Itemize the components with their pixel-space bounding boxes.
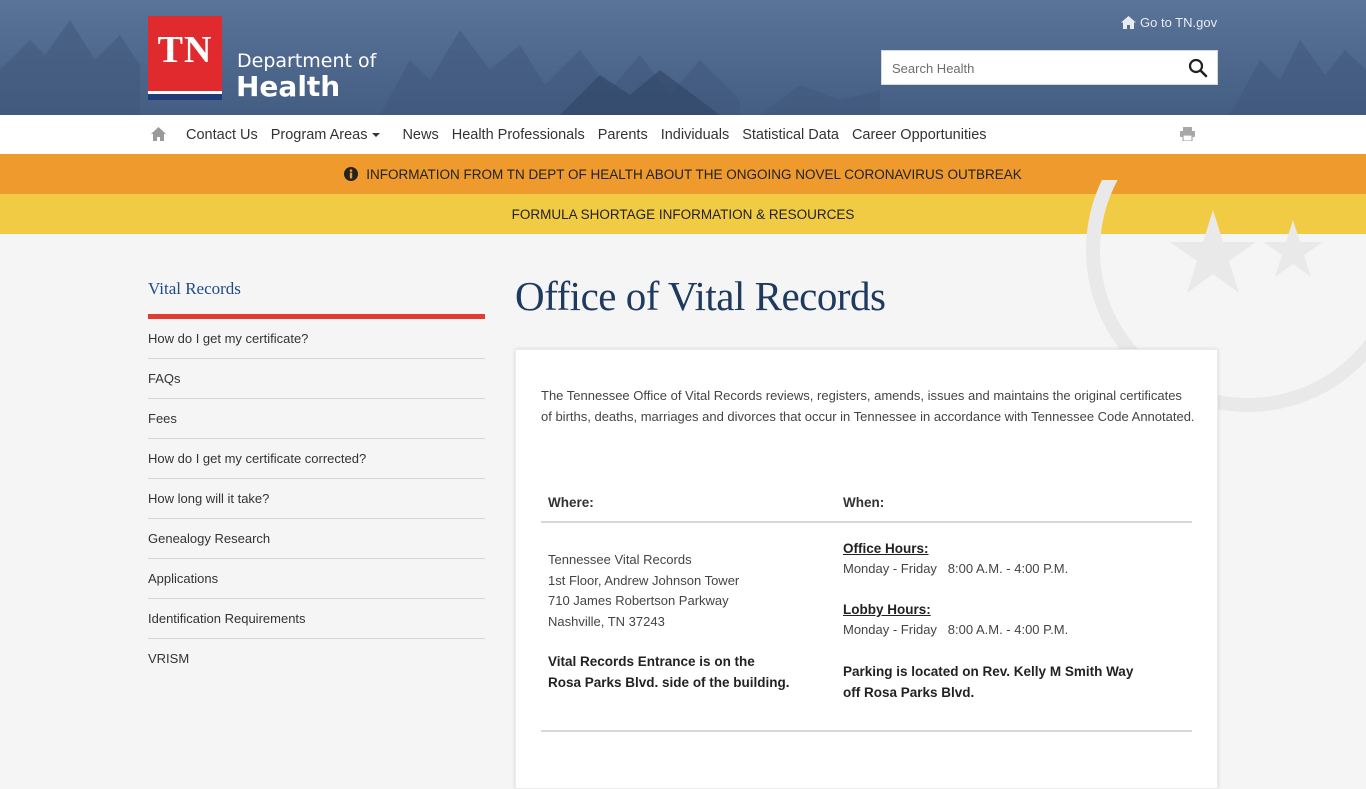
home-icon[interactable]	[151, 127, 166, 141]
search-input[interactable]	[890, 51, 1179, 86]
entrance-note-line: Rosa Parks Blvd. side of the building.	[548, 675, 790, 690]
address-line: 1st Floor, Andrew Johnson Tower	[548, 572, 740, 588]
parking-note-line: Parking is located on Rev. Kelly M Smith…	[843, 664, 1134, 679]
entrance-note: Vital Records Entrance is on the Rosa Pa…	[548, 651, 790, 693]
sidebar: Vital Records How do I get my certificat…	[148, 278, 485, 678]
address-line: Tennessee Vital Records	[548, 552, 692, 567]
main-nav: Contact Us Program Areas News Health Pro…	[0, 115, 1366, 155]
parking-note-line: off Rosa Parks Blvd.	[843, 685, 975, 700]
nav-items: Contact Us Program Areas News Health Pro…	[186, 115, 1000, 154]
nav-label: Health Professionals	[451, 126, 585, 143]
home-icon	[1121, 16, 1136, 29]
when-heading: When:	[843, 495, 885, 510]
address-block: Tennessee Vital Records 1st Floor, Andre…	[548, 550, 739, 632]
sidebar-item-genealogy[interactable]: Genealogy Research	[148, 519, 485, 559]
content-card: The Tennessee Office of Vital Records re…	[515, 349, 1218, 789]
goto-tn-link[interactable]: Go to TN.gov	[1121, 15, 1217, 30]
office-hours-heading: Office Hours:	[843, 541, 929, 556]
address-line: 710 James Robertson Parkway	[548, 593, 729, 608]
caret-down-icon	[372, 132, 381, 137]
nav-statistical-data[interactable]: Statistical Data	[742, 127, 839, 143]
nav-label: News	[402, 126, 439, 143]
sidebar-item-vrism[interactable]: VRISM	[148, 639, 485, 678]
sidebar-item-certificate-corrected[interactable]: How do I get my certificate corrected?	[148, 439, 485, 479]
office-hours-value: Monday - Friday 8:00 A.M. - 4:00 P.M.	[843, 561, 1069, 576]
logo-stripe-blue	[148, 94, 222, 100]
entrance-note-line: Vital Records Entrance is on the	[548, 654, 755, 669]
sidebar-item-identification[interactable]: Identification Requirements	[148, 599, 485, 639]
site-header: TN Department of Health Go to TN.gov	[0, 0, 1366, 115]
logo-text: TN	[157, 29, 213, 71]
department-name-line1[interactable]: Department of	[237, 50, 376, 72]
nav-label: Parents	[597, 126, 648, 143]
nav-label: Individuals	[660, 126, 730, 143]
sidebar-title[interactable]: Vital Records	[148, 278, 485, 314]
search-box	[881, 50, 1218, 86]
search-icon[interactable]	[1188, 58, 1208, 78]
sidebar-item-faqs[interactable]: FAQs	[148, 359, 485, 399]
sidebar-item-get-certificate[interactable]: How do I get my certificate?	[148, 319, 485, 359]
nav-contact-us[interactable]: Contact Us	[186, 127, 258, 143]
nav-individuals[interactable]: Individuals	[661, 127, 730, 143]
address-line: Nashville, TN 37243	[548, 613, 665, 629]
sidebar-item-fees[interactable]: Fees	[148, 399, 485, 439]
nav-program-areas[interactable]: Program Areas	[271, 127, 381, 143]
where-heading: Where:	[548, 495, 594, 510]
nav-label: Career Opportunities	[851, 126, 987, 143]
table-bottom-divider	[541, 730, 1192, 732]
formula-shortage-text: FORMULA SHORTAGE INFORMATION & RESOURCES	[511, 206, 855, 222]
info-icon	[344, 167, 359, 181]
sidebar-list: How do I get my certificate? FAQs Fees H…	[148, 319, 485, 678]
lobby-hours-value: Monday - Friday 8:00 A.M. - 4:00 P.M.	[843, 622, 1069, 637]
nav-news[interactable]: News	[402, 127, 438, 143]
tn-logo[interactable]: TN	[148, 16, 222, 100]
nav-health-professionals[interactable]: Health Professionals	[452, 127, 585, 143]
nav-career-opportunities[interactable]: Career Opportunities	[852, 127, 987, 143]
sidebar-item-applications[interactable]: Applications	[148, 559, 485, 599]
table-header-divider	[541, 521, 1192, 523]
department-name-line2[interactable]: Health	[236, 70, 340, 103]
sidebar-item-how-long[interactable]: How long will it take?	[148, 479, 485, 519]
parking-note: Parking is located on Rev. Kelly M Smith…	[843, 661, 1133, 703]
nav-label: Contact Us	[186, 126, 258, 143]
nav-label: Statistical Data	[742, 126, 839, 143]
lobby-hours-heading: Lobby Hours:	[843, 602, 931, 617]
nav-parents[interactable]: Parents	[598, 127, 648, 143]
page-title: Office of Vital Records	[515, 273, 886, 319]
print-icon[interactable]	[1180, 127, 1195, 141]
nav-label: Program Areas	[270, 126, 368, 143]
goto-tn-label: Go to TN.gov	[1140, 15, 1218, 30]
coronavirus-alert-text: INFORMATION FROM TN DEPT OF HEALTH ABOUT…	[366, 166, 1022, 182]
intro-paragraph: The Tennessee Office of Vital Records re…	[541, 388, 1195, 424]
